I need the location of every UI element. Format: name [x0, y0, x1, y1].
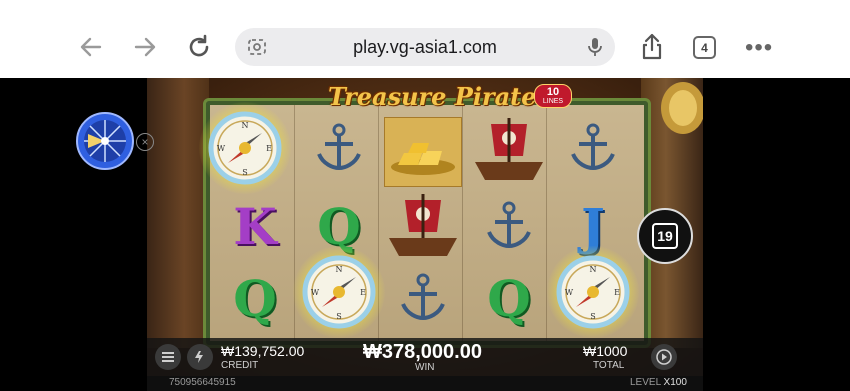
level-value: X100: [663, 377, 687, 388]
auto-spin-button[interactable]: [651, 344, 677, 370]
lines-count: 10: [546, 86, 560, 98]
free-spins-remaining: 19: [652, 223, 678, 249]
lines-badge: 10 LINES: [534, 84, 572, 108]
compass-scatter-symbol: N S W E: [553, 252, 633, 332]
total-bet-label: TOTAL: [593, 360, 625, 371]
anchor-icon: [571, 123, 615, 171]
pirate-ship-icon: [389, 194, 457, 256]
play-icon: [656, 349, 672, 365]
svg-text:N: N: [336, 265, 343, 274]
microphone-icon[interactable]: [587, 37, 603, 57]
pirate-ship-symbol: [383, 186, 463, 266]
svg-text:W: W: [311, 288, 320, 297]
anchor-symbol: [383, 258, 463, 338]
bottom-control-bar: ₩139,752.00 CREDIT ₩378,000.00 WIN ₩1000…: [147, 338, 703, 376]
round-id: 750956645915: [169, 377, 236, 388]
close-icon[interactable]: ×: [136, 133, 154, 151]
anchor-icon: [487, 201, 531, 249]
compass-scatter-symbol: N S W E: [205, 108, 285, 188]
svg-text:N: N: [590, 265, 597, 274]
anchor-icon: [317, 123, 361, 171]
svg-text:S: S: [590, 312, 595, 321]
bonus-wheel-widget[interactable]: [76, 112, 134, 170]
share-button[interactable]: [635, 30, 669, 64]
forward-button[interactable]: [128, 30, 162, 64]
total-bet-value[interactable]: ₩1000: [583, 343, 627, 359]
svg-text:E: E: [360, 288, 366, 297]
lightning-icon: [195, 351, 203, 363]
share-icon: [642, 33, 662, 60]
arrow-left-icon: [80, 37, 102, 57]
svg-text:W: W: [217, 144, 226, 153]
svg-text:E: E: [614, 288, 620, 297]
reload-button[interactable]: [182, 30, 216, 64]
pirate-ship-symbol: [469, 110, 549, 190]
turbo-button[interactable]: [187, 344, 213, 370]
footer-strip: 750956645915 LEVEL X100: [147, 376, 703, 391]
browser-toolbar: play.vg-asia1.com 4 •••: [0, 0, 850, 78]
wood-deck-left: [147, 78, 209, 348]
win-label: WIN: [415, 362, 435, 373]
pirate-ship-icon: [475, 118, 543, 180]
q-symbol: Q: [233, 268, 277, 328]
win-value: ₩378,000.00: [363, 341, 482, 363]
more-menu-button[interactable]: •••: [745, 34, 773, 62]
compass-icon: N S W E: [556, 255, 630, 329]
k-symbol: K: [233, 196, 277, 256]
address-bar[interactable]: play.vg-asia1.com: [235, 28, 615, 66]
url-text: play.vg-asia1.com: [353, 37, 497, 57]
credit-value: ₩139,752.00: [221, 343, 305, 359]
svg-text:S: S: [336, 312, 341, 321]
lines-label: LINES: [542, 98, 564, 105]
svg-text:N: N: [242, 121, 249, 130]
level-indicator: LEVEL X100: [630, 377, 687, 388]
compass-icon: N S W E: [302, 255, 376, 329]
svg-text:W: W: [565, 288, 574, 297]
tab-switcher-button[interactable]: 4: [693, 36, 716, 59]
arrow-right-icon: [134, 37, 156, 57]
game-title: Treasure Pirate: [328, 82, 537, 111]
slot-game: Treasure Pirate 10 LINES N S W E K Q Q N…: [147, 78, 703, 391]
gold-treasure-symbol: [383, 112, 463, 192]
credit-label: CREDIT: [221, 360, 259, 371]
gold-bars-icon: [384, 117, 462, 187]
menu-button[interactable]: [155, 344, 181, 370]
back-button[interactable]: [74, 30, 108, 64]
compass-icon: N S W E: [208, 111, 282, 185]
anchor-symbol: [299, 108, 379, 188]
q-symbol: Q: [487, 268, 531, 328]
hamburger-icon: [162, 352, 174, 362]
svg-text:E: E: [266, 144, 272, 153]
prize-wheel-icon: [76, 112, 134, 170]
anchor-symbol: [469, 186, 549, 266]
reload-icon: [189, 34, 209, 57]
compass-scatter-symbol: N S W E: [299, 252, 379, 332]
level-label: LEVEL: [630, 377, 661, 388]
anchor-symbol: [553, 108, 633, 188]
free-spins-counter: 19: [637, 208, 693, 264]
anchor-icon: [401, 273, 445, 321]
svg-text:S: S: [242, 168, 247, 177]
